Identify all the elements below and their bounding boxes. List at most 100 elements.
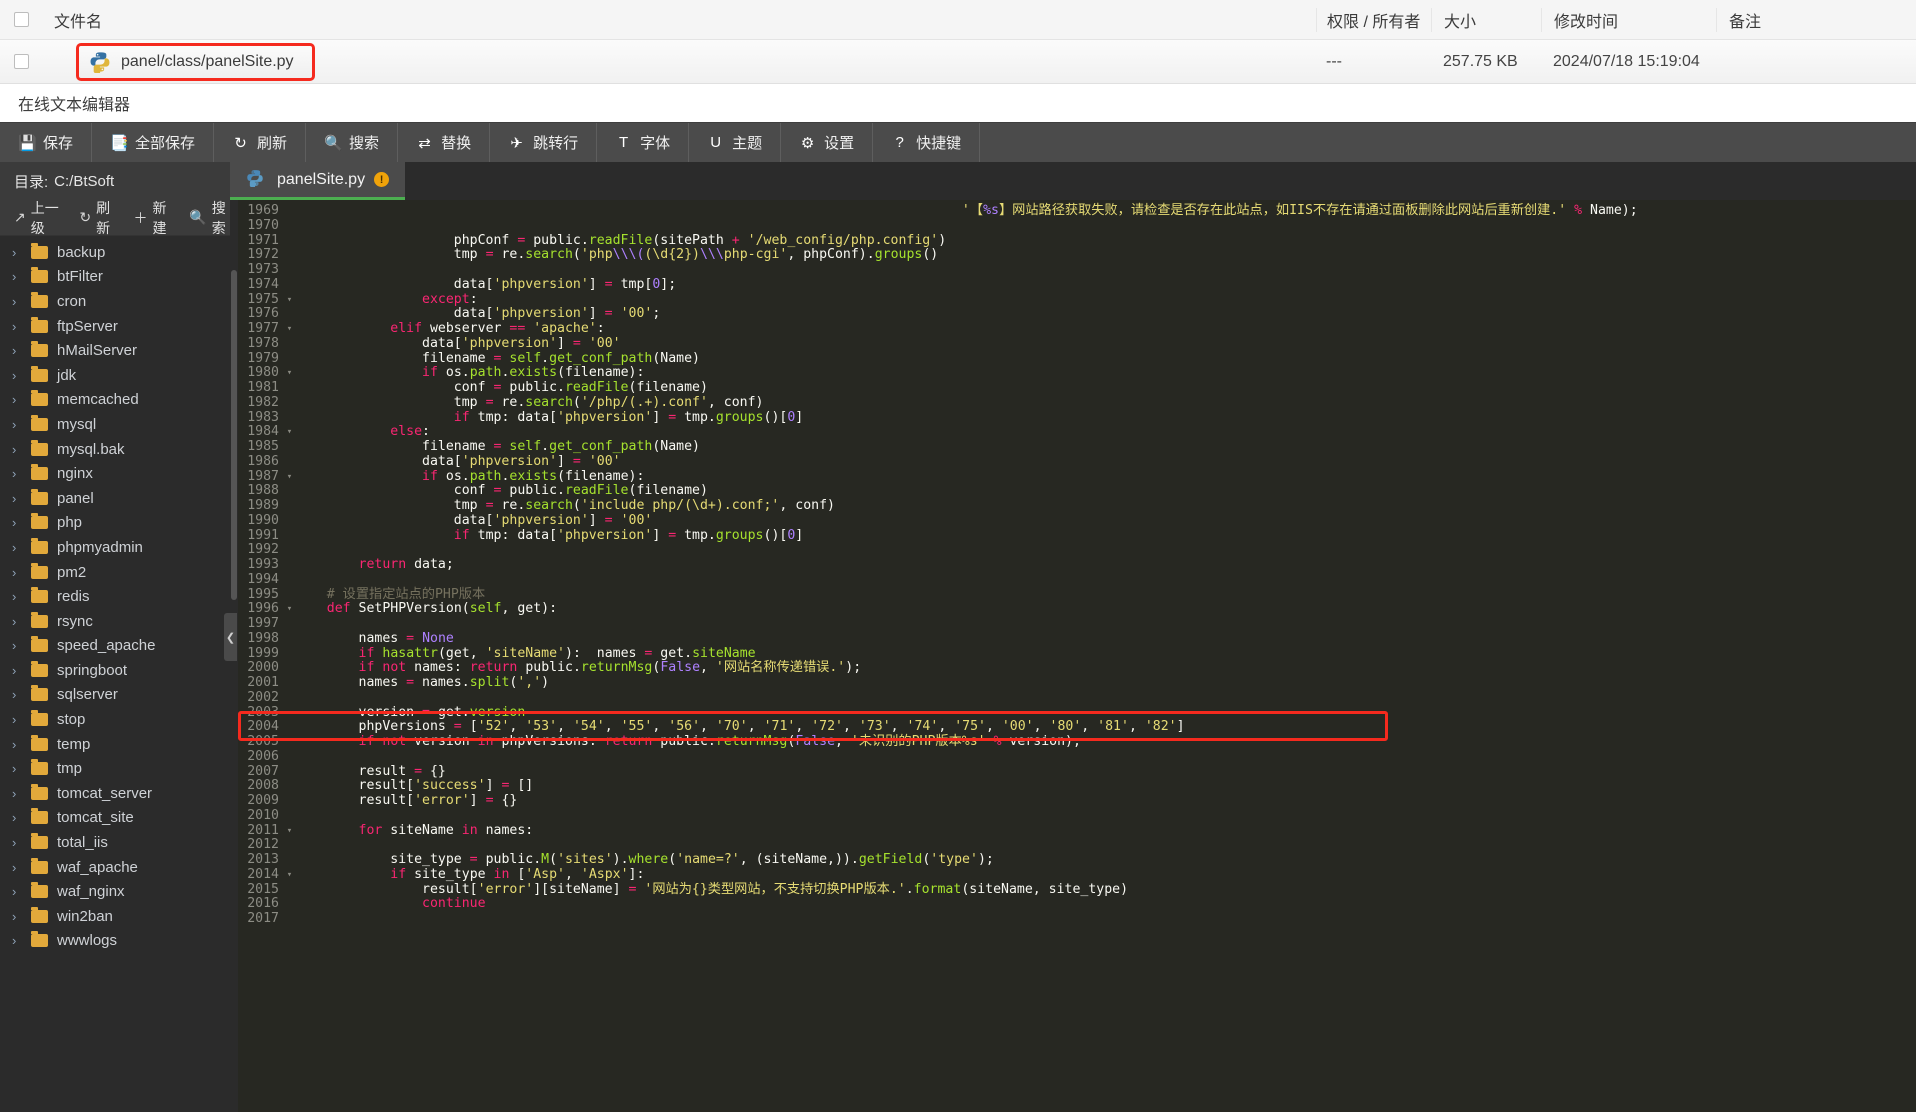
tree-item-speed_apache[interactable]: › speed_apache <box>0 634 230 659</box>
chevron-right-icon[interactable]: › <box>12 491 22 506</box>
code-line[interactable]: 2000 if not names: return public.returnM… <box>230 660 1916 676</box>
tree-item-nginx[interactable]: › nginx <box>0 461 230 486</box>
code-line[interactable]: 1972 tmp = re.search('php\\\((\d{2})\\\p… <box>230 247 1916 263</box>
code-line[interactable]: 1974 data['phpversion'] = tmp[0]; <box>230 277 1916 293</box>
chevron-right-icon[interactable]: › <box>12 786 22 801</box>
tree-item-hMailServer[interactable]: › hMailServer <box>0 338 230 363</box>
code-line[interactable]: 1993 return data; <box>230 557 1916 573</box>
tree-item-tomcat_site[interactable]: › tomcat_site <box>0 806 230 831</box>
code-line[interactable]: 1984 ▾ else: <box>230 424 1916 440</box>
selected-file-chip[interactable]: panel/class/panelSite.py <box>76 42 315 81</box>
chevron-right-icon[interactable]: › <box>12 368 22 383</box>
chevron-right-icon[interactable]: › <box>12 761 22 776</box>
code-line[interactable]: 2012 <box>230 837 1916 853</box>
tree-item-springboot[interactable]: › springboot <box>0 658 230 683</box>
tree-item-btFilter[interactable]: › btFilter <box>0 265 230 290</box>
code-line[interactable]: 1988 conf = public.readFile(filename) <box>230 483 1916 499</box>
code-line[interactable]: 1995 # 设置指定站点的PHP版本 <box>230 587 1916 603</box>
tree-item-wwwlogs[interactable]: › wwwlogs <box>0 929 230 954</box>
chevron-right-icon[interactable]: › <box>12 540 22 555</box>
code-line[interactable]: 2010 <box>230 808 1916 824</box>
tree-item-sqlserver[interactable]: › sqlserver <box>0 683 230 708</box>
nav-button-new[interactable]: ＋新建 <box>133 198 171 238</box>
code-line[interactable]: 1975 ▾ except: <box>230 292 1916 308</box>
chevron-right-icon[interactable]: › <box>12 442 22 457</box>
tree-item-ftpServer[interactable]: › ftpServer <box>0 314 230 339</box>
tree-item-temp[interactable]: › temp <box>0 732 230 757</box>
code-line[interactable]: 1976 data['phpversion'] = '00'; <box>230 306 1916 322</box>
code-line[interactable]: 2001 names = names.split(',') <box>230 675 1916 691</box>
code-lines[interactable]: 1969 '【%s】网站路径获取失败，请检查是否存在此站点，如IIS不存在请通过… <box>230 200 1916 927</box>
code-line[interactable]: 1994 <box>230 572 1916 588</box>
code-line[interactable]: 2008 result['success'] = [] <box>230 778 1916 794</box>
fold-toggle-icon[interactable]: ▾ <box>284 602 295 617</box>
code-line[interactable]: 1996 ▾ def SetPHPVersion(self, get): <box>230 601 1916 617</box>
select-all-checkbox-cell[interactable] <box>0 12 42 27</box>
tree-item-pm2[interactable]: › pm2 <box>0 560 230 585</box>
tree-item-waf_nginx[interactable]: › waf_nginx <box>0 879 230 904</box>
chevron-right-icon[interactable]: › <box>12 319 22 334</box>
fold-toggle-icon[interactable]: ▾ <box>284 824 295 839</box>
fold-toggle-icon[interactable]: ▾ <box>284 425 295 440</box>
nav-button-refresh[interactable]: ↻ 刷新 <box>79 198 115 238</box>
tree-item-waf_apache[interactable]: › waf_apache <box>0 855 230 880</box>
code-line[interactable]: 1977 ▾ elif webserver == 'apache': <box>230 321 1916 337</box>
tree-item-jdk[interactable]: › jdk <box>0 363 230 388</box>
code-line[interactable]: 1982 tmp = re.search('/php/(.+).conf', c… <box>230 395 1916 411</box>
chevron-right-icon[interactable]: › <box>12 589 22 604</box>
fold-toggle-icon[interactable]: ▾ <box>284 366 295 381</box>
tree-item-mysql[interactable]: › mysql <box>0 412 230 437</box>
chevron-right-icon[interactable]: › <box>12 663 22 678</box>
chevron-right-icon[interactable]: › <box>12 245 22 260</box>
sidebar-collapse-handle[interactable]: ❮ <box>224 613 237 661</box>
chevron-right-icon[interactable]: › <box>12 343 22 358</box>
tab-panelsite-py[interactable]: panelSite.py ! <box>230 162 406 200</box>
fold-toggle-icon[interactable]: ▾ <box>284 322 295 337</box>
chevron-right-icon[interactable]: › <box>12 614 22 629</box>
tree-item-php[interactable]: › php <box>0 511 230 536</box>
code-line[interactable]: 1981 conf = public.readFile(filename) <box>230 380 1916 396</box>
code-line[interactable]: 2015 result['error'][siteName] = '网站为{}类… <box>230 882 1916 898</box>
tree-item-tmp[interactable]: › tmp <box>0 756 230 781</box>
code-line[interactable]: 1978 data['phpversion'] = '00' <box>230 336 1916 352</box>
chevron-right-icon[interactable]: › <box>12 835 22 850</box>
code-line[interactable]: 2009 result['error'] = {} <box>230 793 1916 809</box>
fold-toggle-icon[interactable]: ▾ <box>284 470 295 485</box>
tree-item-total_iis[interactable]: › total_iis <box>0 830 230 855</box>
code-line[interactable]: 1973 <box>230 262 1916 278</box>
code-line[interactable]: 2003 version = get.version <box>230 705 1916 721</box>
code-line[interactable]: 1987 ▾ if os.path.exists(filename): <box>230 469 1916 485</box>
chevron-right-icon[interactable]: › <box>12 909 22 924</box>
chevron-right-icon[interactable]: › <box>12 392 22 407</box>
code-line[interactable]: 1971 phpConf = public.readFile(sitePath … <box>230 233 1916 249</box>
code-line[interactable]: 2007 result = {} <box>230 764 1916 780</box>
code-line[interactable]: 1969 '【%s】网站路径获取失败，请检查是否存在此站点，如IIS不存在请通过… <box>230 203 1916 219</box>
toolbar-button-refresh[interactable]: ↻ 刷新 <box>214 123 307 162</box>
chevron-right-icon[interactable]: › <box>12 466 22 481</box>
chevron-right-icon[interactable]: › <box>12 933 22 948</box>
chevron-right-icon[interactable]: › <box>12 687 22 702</box>
tree-item-stop[interactable]: › stop <box>0 707 230 732</box>
column-header-filename[interactable]: 文件名 <box>42 8 1316 32</box>
code-line[interactable]: 1992 <box>230 542 1916 558</box>
toolbar-button-replace[interactable]: ⇄ 替换 <box>398 123 491 162</box>
chevron-right-icon[interactable]: › <box>12 737 22 752</box>
toolbar-button-goto-line[interactable]: ✈ 跳转行 <box>490 123 598 162</box>
chevron-right-icon[interactable]: › <box>12 712 22 727</box>
code-line[interactable]: 1980 ▾ if os.path.exists(filename): <box>230 365 1916 381</box>
column-header-note[interactable]: 备注 <box>1716 7 1916 32</box>
chevron-right-icon[interactable]: › <box>12 810 22 825</box>
nav-button-up-level[interactable]: ↗ 上一级 <box>14 198 61 238</box>
tree-item-panel[interactable]: › panel <box>0 486 230 511</box>
nav-button-search[interactable]: 🔍 搜索 <box>189 198 230 238</box>
chevron-right-icon[interactable]: › <box>12 884 22 899</box>
table-row[interactable]: panel/class/panelSite.py --- 257.75 KB 2… <box>0 40 1916 84</box>
chevron-right-icon[interactable]: › <box>12 515 22 530</box>
file-name-cell[interactable]: panel/class/panelSite.py <box>42 42 1316 81</box>
code-line[interactable]: 1989 tmp = re.search('include php/(\d+).… <box>230 498 1916 514</box>
fold-toggle-icon[interactable]: ▾ <box>284 293 295 308</box>
code-line[interactable]: 2013 site_type = public.M('sites').where… <box>230 852 1916 868</box>
code-line[interactable]: 2011 ▾ for siteName in names: <box>230 823 1916 839</box>
code-line[interactable]: 1970 <box>230 218 1916 234</box>
row-checkbox-cell[interactable] <box>0 54 42 69</box>
